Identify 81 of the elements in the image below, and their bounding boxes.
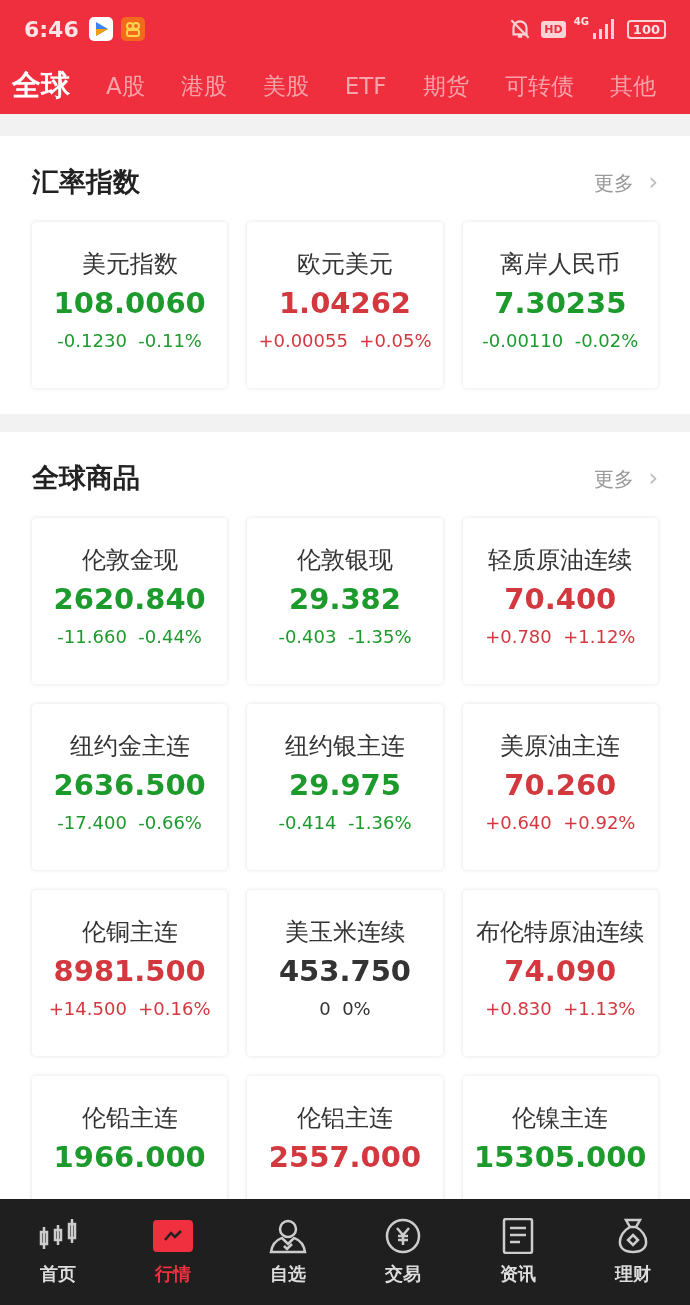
quote-price: 29.975 (289, 768, 401, 802)
quote-price: 2557.000 (268, 1140, 422, 1174)
quote-price: 74.090 (504, 954, 617, 988)
nav-label: 首页 (39, 1262, 76, 1286)
person-icon (267, 1218, 308, 1254)
market-tab[interactable]: 全球 (12, 66, 70, 106)
nav-item[interactable]: 理财 (575, 1199, 690, 1305)
quote-price: 8981.500 (53, 954, 206, 988)
quote-price: 29.382 (289, 582, 401, 616)
quote-price: 1.04262 (278, 286, 412, 320)
quote-name: 美原油主连 (500, 731, 621, 762)
quote-card[interactable]: 布伦特原油连续 74.090 +0.830 +1.13% (462, 890, 658, 1056)
quote-change: -0.414 -1.36% (278, 812, 412, 833)
quote-change: +0.640 +0.92% (485, 812, 636, 833)
quote-change: +0.00055 +0.05% (258, 330, 432, 351)
nav-item[interactable]: 交易 (345, 1199, 460, 1305)
quote-price: 7.30235 (494, 286, 627, 320)
nav-label: 自选 (269, 1262, 306, 1286)
quote-change: -0.1230 -0.11% (57, 330, 202, 351)
hd-badge: HD (541, 20, 566, 38)
quote-name: 纽约金主连 (69, 731, 190, 762)
signal-icon (590, 19, 615, 39)
section-title: 全球商品 (32, 461, 140, 495)
quote-price: 70.400 (504, 582, 617, 616)
quote-price: 108.0060 (53, 286, 206, 320)
quote-card[interactable]: 离岸人民币 7.30235 -0.00110 -0.02% (462, 222, 658, 388)
quote-card[interactable]: 美元指数 108.0060 -0.1230 -0.11% (32, 222, 228, 388)
quote-card[interactable]: 轻质原油连续 70.400 +0.780 +1.12% (462, 518, 658, 684)
quote-price: 2620.840 (53, 582, 206, 616)
quote-price: 1966.000 (53, 1140, 206, 1174)
quote-name: 欧元美元 (297, 249, 393, 280)
quote-name: 离岸人民币 (500, 249, 621, 280)
quote-card[interactable]: 伦镍主连 15305.000 (462, 1076, 658, 1199)
quote-name: 伦敦银现 (297, 545, 393, 576)
quote-change: +0.780 +1.12% (485, 626, 636, 647)
section-title: 汇率指数 (32, 165, 140, 199)
quote-price: 15305.000 (474, 1140, 647, 1174)
quote-card[interactable]: 伦敦金现 2620.840 -11.660 -0.44% (32, 518, 228, 684)
quote-change: -0.00110 -0.02% (482, 330, 639, 351)
quote-card[interactable]: 纽约银主连 29.975 -0.414 -1.36% (247, 704, 443, 870)
quote-name: 伦铜主连 (81, 917, 178, 948)
quote-card[interactable]: 纽约金主连 2636.500 -17.400 -0.66% (32, 704, 228, 870)
quote-name: 纽约银主连 (285, 731, 405, 762)
nav-label: 理财 (614, 1262, 651, 1286)
network-type: 4G (573, 16, 589, 27)
quote-name: 布伦特原油连续 (476, 917, 645, 948)
quote-card[interactable]: 伦铜主连 8981.500 +14.500 +0.16% (32, 890, 228, 1056)
quote-change: -11.660 -0.44% (57, 626, 202, 647)
quote-name: 美元指数 (81, 249, 178, 280)
quote-change: -0.403 -1.35% (278, 626, 412, 647)
quote-card[interactable]: 伦铝主连 2557.000 (247, 1076, 443, 1199)
app-icon (120, 17, 145, 41)
status-time: 6:46 (24, 16, 79, 42)
quote-name: 美玉米连续 (285, 917, 405, 948)
quote-card[interactable]: 美原油主连 70.260 +0.640 +0.92% (462, 704, 658, 870)
quote-name: 伦铝主连 (297, 1103, 393, 1134)
chart-icon (152, 1218, 193, 1254)
battery-indicator: 100 (626, 19, 666, 39)
quote-name: 轻质原油连续 (488, 545, 633, 576)
quote-change: +14.500 +0.16% (48, 998, 211, 1019)
nav-item[interactable]: 行情 (115, 1199, 230, 1305)
nav-label: 行情 (154, 1262, 191, 1286)
quote-name: 伦铅主连 (81, 1103, 178, 1134)
quote-change: +0.830 +1.13% (485, 998, 636, 1019)
quote-card[interactable]: 欧元美元 1.04262 +0.00055 +0.05% (247, 222, 443, 388)
quote-price: 453.750 (278, 954, 412, 988)
nav-item[interactable]: 自选 (230, 1199, 345, 1305)
quote-card[interactable]: 伦铅主连 1966.000 (32, 1076, 228, 1199)
quote-name: 伦敦金现 (81, 545, 178, 576)
quote-change: -17.400 -0.66% (57, 812, 202, 833)
nav-label: 交易 (384, 1262, 421, 1286)
nav-label: 资讯 (499, 1262, 536, 1286)
nav-item[interactable]: 资讯 (460, 1199, 575, 1305)
play-app-icon (88, 17, 113, 41)
quote-card[interactable]: 伦敦银现 29.382 -0.403 -1.35% (247, 518, 443, 684)
quote-card[interactable]: 美玉米连续 453.750 0 0% (247, 890, 443, 1056)
nav-item[interactable]: 首页 (0, 1199, 115, 1305)
quote-price: 70.260 (504, 768, 617, 802)
quote-price: 2636.500 (53, 768, 206, 802)
quote-name: 伦镍主连 (512, 1103, 609, 1134)
quote-change: 0 0% (319, 998, 371, 1019)
